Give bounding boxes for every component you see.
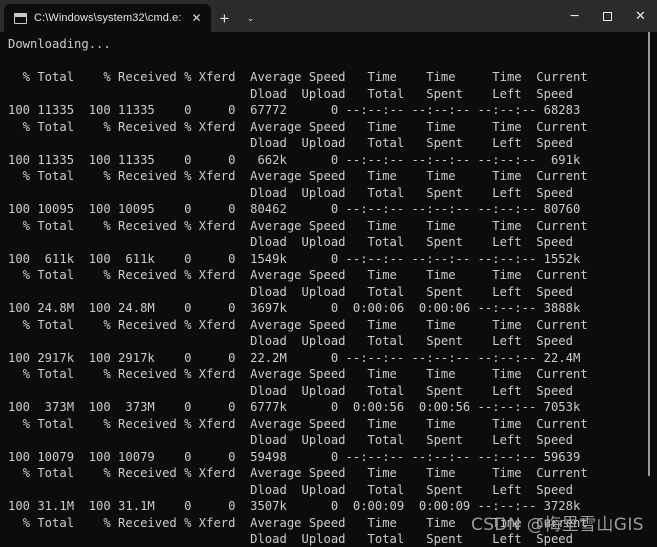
watermark-text: CSDN @梅里雪山GIS (470, 515, 644, 535)
title-bar: C:\Windows\system32\cmd.e: ✕ + ⌄ ─ ✕ (0, 0, 657, 32)
tab-cmd[interactable]: C:\Windows\system32\cmd.e: ✕ (4, 4, 212, 32)
terminal-viewport[interactable]: Downloading... % Total % Received % Xfer… (0, 32, 657, 547)
console-icon (14, 12, 27, 24)
new-tab-button[interactable]: + (211, 4, 237, 32)
window-controls: ─ ✕ (558, 0, 657, 32)
tab-strip: C:\Windows\system32\cmd.e: ✕ + ⌄ (0, 0, 263, 32)
terminal-window: C:\Windows\system32\cmd.e: ✕ + ⌄ ─ ✕ Dow… (0, 0, 657, 547)
maximize-button[interactable] (591, 0, 624, 32)
close-tab-icon[interactable]: ✕ (188, 10, 204, 26)
chevron-down-icon[interactable]: ⌄ (237, 4, 263, 32)
terminal-output: Downloading... % Total % Received % Xfer… (8, 37, 588, 546)
vertical-scrollbar[interactable] (648, 32, 650, 476)
close-window-button[interactable]: ✕ (624, 0, 657, 32)
maximize-icon (603, 11, 612, 21)
tab-title: C:\Windows\system32\cmd.e: (34, 12, 182, 24)
